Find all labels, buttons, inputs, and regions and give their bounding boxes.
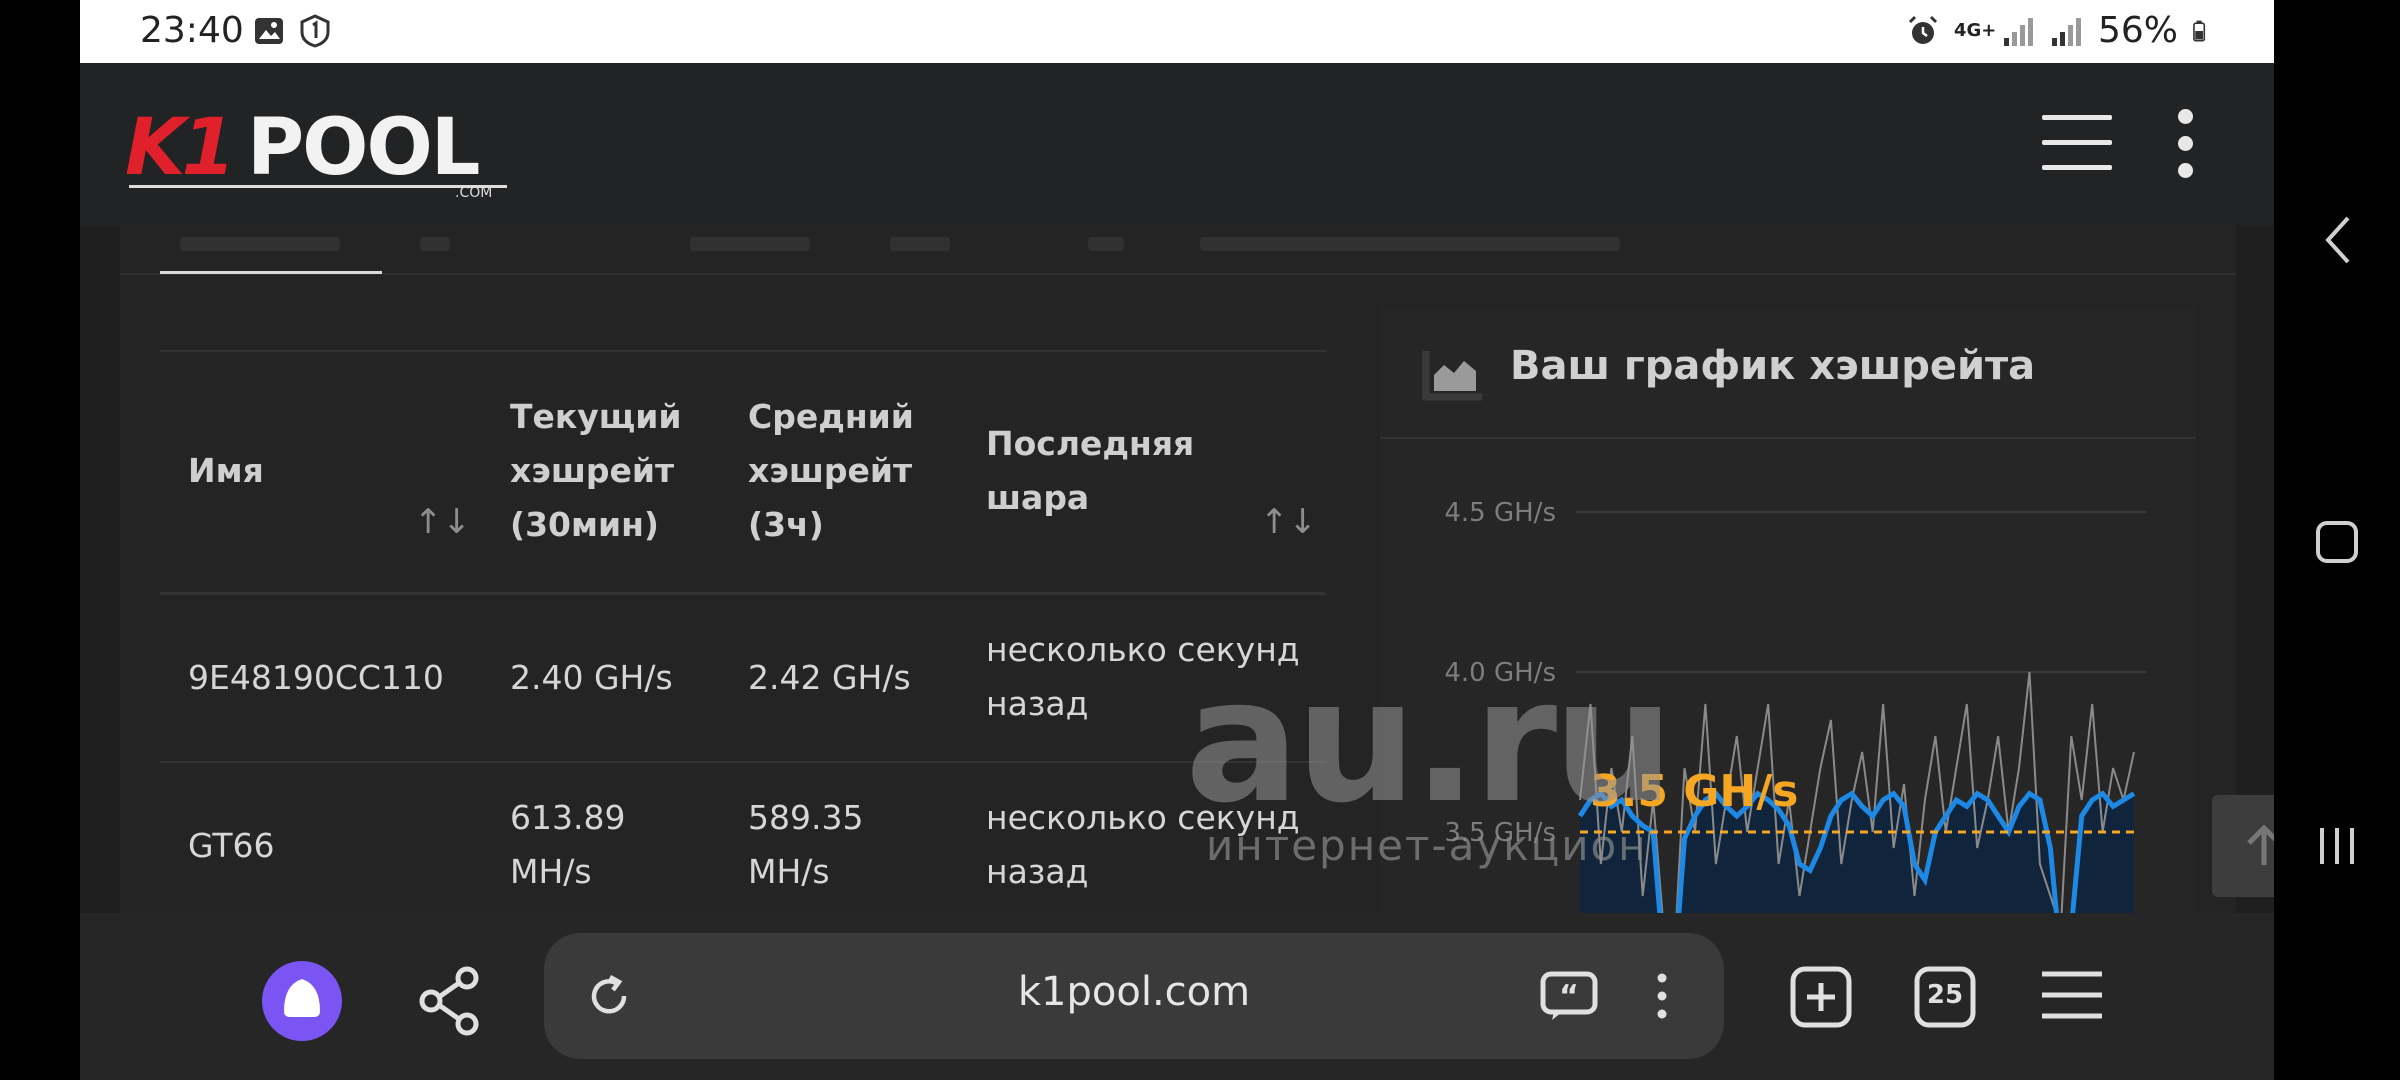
- header-line: хэшрейт: [510, 451, 675, 490]
- header-line: Последняя: [986, 424, 1195, 463]
- sort-arrows-icon[interactable]: ↑↓: [1260, 502, 1317, 542]
- svg-text:“: “: [1559, 979, 1579, 1014]
- cell-line: 589.35: [748, 798, 864, 837]
- tab-ghost[interactable]: [420, 237, 450, 251]
- site-header: K1 POOL .COM: [80, 63, 2274, 225]
- share-icon[interactable]: [415, 966, 485, 1036]
- address-bar[interactable]: k1pool.com “: [544, 933, 1724, 1059]
- col-average-header[interactable]: Средний хэшрейт (3ч): [748, 390, 914, 552]
- browser-menu-icon[interactable]: [2040, 969, 2104, 1021]
- status-time: 23:40: [140, 10, 244, 51]
- dashboard-content: Имя ↑↓ Текущий хэшрейт (30мин) Средний х…: [120, 225, 2236, 913]
- worker-name: 9E48190CC110: [188, 658, 444, 697]
- cell-line: MH/s: [510, 852, 592, 891]
- signal-icon: [2003, 17, 2033, 46]
- tab-ghost[interactable]: [690, 237, 810, 251]
- y-tick-label: 4.5 GH/s: [1444, 498, 1556, 528]
- tabs-switcher-button[interactable]: 25: [1914, 966, 1976, 1028]
- table-row[interactable]: 9E48190CC110 2.40 GH/s 2.42 GH/s несколь…: [160, 595, 1326, 763]
- logo-k1: K1: [125, 103, 236, 193]
- browser-toolbar: k1pool.com “ 25: [80, 913, 2274, 1080]
- menu-bar: [2042, 140, 2112, 145]
- image-icon: [255, 18, 283, 44]
- recents-icon[interactable]: [2274, 806, 2400, 886]
- watermark-caption: интернет-аукцион: [1206, 821, 1648, 870]
- status-bar: 23:40 4G+ 56%: [80, 0, 2274, 63]
- battery-percent: 56%: [2097, 10, 2178, 51]
- header-line: хэшрейт: [748, 451, 913, 490]
- alice-icon: [284, 979, 320, 1017]
- menu-bar: [2042, 115, 2112, 120]
- omnibox-more-icon[interactable]: [1656, 971, 1668, 1021]
- table-row[interactable]: GT66 613.89 MH/s 589.35 MH/s несколько с…: [160, 763, 1326, 913]
- tab-ghost[interactable]: [890, 237, 950, 251]
- average-hashrate: 2.42 GH/s: [748, 658, 911, 697]
- header-line: шара: [986, 478, 1090, 517]
- col-name-header[interactable]: Имя: [188, 444, 264, 498]
- current-hashrate: 613.89 MH/s: [510, 791, 625, 899]
- average-hashrate: 589.35 MH/s: [748, 791, 863, 899]
- cell-line: 613.89: [510, 798, 626, 837]
- battery-icon: [2193, 20, 2206, 42]
- workers-table: Имя ↑↓ Текущий хэшрейт (30мин) Средний х…: [160, 350, 1326, 913]
- browser-viewport: K1 POOL .COM Имя ↑↓ Текущий хэшрейт (30м…: [80, 63, 2274, 913]
- cell-line: MH/s: [748, 852, 830, 891]
- system-navigation: [2274, 0, 2400, 1080]
- area-chart-icon: [1422, 351, 1482, 401]
- tab-count: 25: [1926, 980, 1964, 1010]
- chart-card-header: Ваш график хэшрейта: [1380, 307, 2196, 439]
- kebab-dot: [2178, 109, 2193, 124]
- header-line: (30мин): [510, 505, 659, 544]
- col-last-share-header[interactable]: Последняя шара: [986, 417, 1194, 525]
- kebab-dot: [2178, 163, 2193, 178]
- chart-title: Ваш график хэшрейта: [1510, 343, 2036, 389]
- quote-icon[interactable]: “: [1540, 971, 1598, 1021]
- alarm-icon: [1908, 15, 1938, 44]
- shield-1-icon: [300, 14, 330, 48]
- scroll-to-top-button[interactable]: [2212, 795, 2274, 897]
- signal-icon: [2051, 17, 2081, 46]
- alice-assistant-button[interactable]: [262, 961, 342, 1041]
- logo-underline: [129, 185, 507, 188]
- tabs-strip: [120, 225, 2236, 275]
- header-line: (3ч): [748, 505, 824, 544]
- watermark-logo: au.ru: [1185, 643, 1674, 841]
- worker-name: GT66: [188, 826, 275, 865]
- current-hashrate: 2.40 GH/s: [510, 658, 673, 697]
- header-line: Средний: [748, 397, 914, 436]
- tab-ghost[interactable]: [1088, 237, 1124, 251]
- home-icon[interactable]: [2274, 502, 2400, 582]
- logo-pool: POOL: [247, 103, 480, 193]
- new-tab-icon[interactable]: [1790, 966, 1852, 1028]
- kebab-dot: [2178, 136, 2193, 151]
- logo-com: .COM: [455, 185, 493, 201]
- active-tab-indicator: [160, 271, 382, 274]
- tab-ghost[interactable]: [180, 237, 340, 251]
- site-menu-button[interactable]: [2042, 115, 2112, 171]
- col-current-header[interactable]: Текущий хэшрейт (30мин): [510, 390, 682, 552]
- site-more-button[interactable]: [2178, 109, 2196, 179]
- tab-ghost[interactable]: [1200, 237, 1620, 251]
- table-header: Имя ↑↓ Текущий хэшрейт (30мин) Средний х…: [160, 350, 1326, 595]
- header-line: Текущий: [510, 397, 682, 436]
- back-icon[interactable]: [2274, 200, 2400, 280]
- sort-arrows-icon[interactable]: ↑↓: [414, 502, 471, 542]
- network-type: 4G+: [1953, 19, 1997, 41]
- menu-bar: [2042, 165, 2112, 170]
- arrow-up-icon: [2247, 824, 2274, 865]
